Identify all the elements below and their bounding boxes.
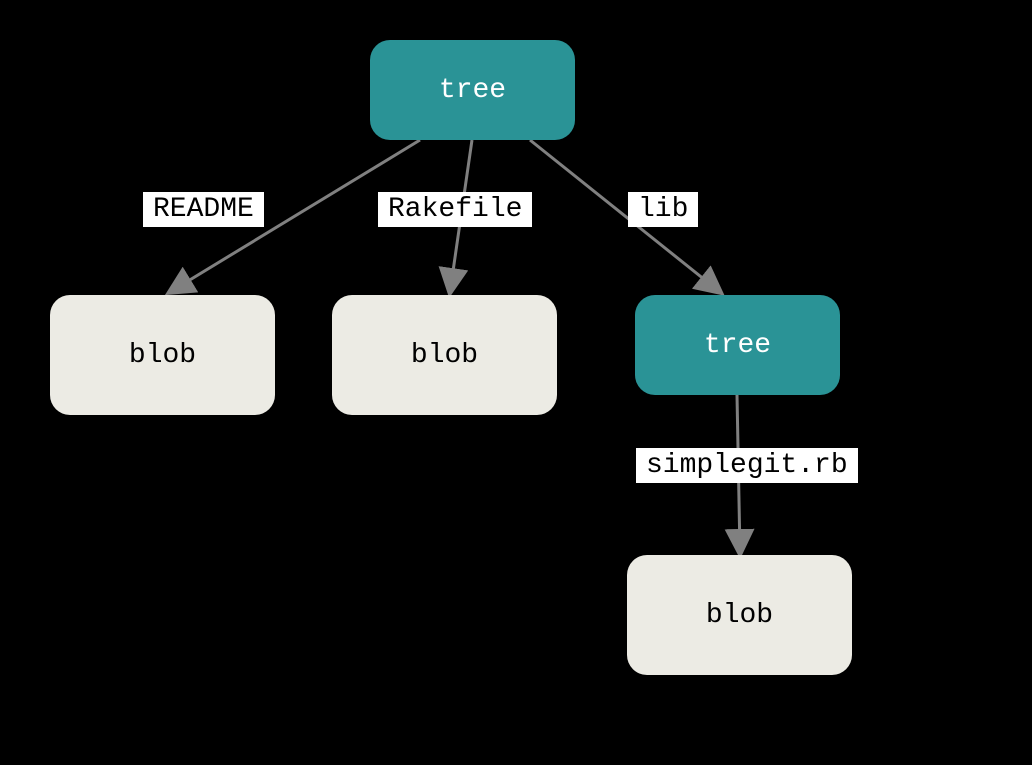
node-blob-readme: blob <box>50 295 275 415</box>
node-label: blob <box>411 340 478 371</box>
node-label: tree <box>704 330 771 361</box>
edge-label-rakefile: Rakefile <box>378 192 532 227</box>
node-blob-rakefile: blob <box>332 295 557 415</box>
edge-label-simplegit: simplegit.rb <box>636 448 858 483</box>
node-blob-simplegit: blob <box>627 555 852 675</box>
node-label: tree <box>439 75 506 106</box>
node-label: blob <box>706 600 773 631</box>
edge-label-lib: lib <box>628 192 698 227</box>
node-label: blob <box>129 340 196 371</box>
node-root-tree: tree <box>370 40 575 140</box>
node-sub-tree: tree <box>635 295 840 395</box>
edge-label-readme: README <box>143 192 264 227</box>
